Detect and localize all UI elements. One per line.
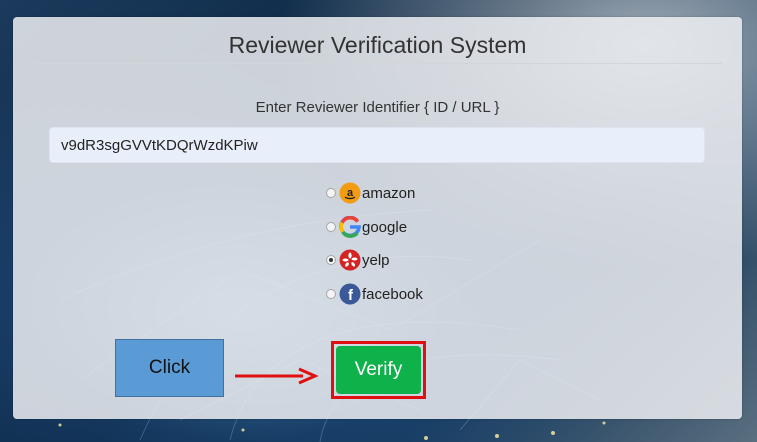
yelp-icon bbox=[339, 249, 361, 271]
reviewer-id-input[interactable] bbox=[49, 127, 705, 163]
google-label: google bbox=[362, 218, 408, 236]
title-divider bbox=[34, 63, 722, 64]
page-title: Reviewer Verification System bbox=[228, 32, 527, 58]
platform-option-facebook[interactable]: f facebook bbox=[326, 282, 423, 306]
platform-option-google[interactable]: google bbox=[326, 215, 407, 239]
verify-button-label: Verify bbox=[354, 359, 403, 380]
facebook-radio[interactable] bbox=[326, 289, 336, 299]
click-button-label: Click bbox=[148, 357, 191, 378]
reviewer-id-label: Enter Reviewer Identifier { ID / URL } bbox=[255, 99, 500, 116]
amazon-label: amazon bbox=[362, 184, 416, 202]
facebook-label: facebook bbox=[362, 285, 423, 303]
google-radio[interactable] bbox=[326, 222, 336, 232]
facebook-icon: f bbox=[339, 283, 361, 305]
platform-option-yelp[interactable]: yelp bbox=[326, 248, 390, 272]
yelp-radio[interactable] bbox=[326, 255, 336, 265]
click-button[interactable]: Click bbox=[115, 339, 224, 397]
platform-option-amazon[interactable]: a amazon bbox=[326, 181, 415, 205]
arrow-right-icon bbox=[235, 367, 319, 385]
amazon-radio[interactable] bbox=[326, 188, 336, 198]
google-icon bbox=[339, 216, 361, 238]
verify-button[interactable]: Verify bbox=[336, 346, 421, 394]
verification-panel: Reviewer Verification System Enter Revie… bbox=[13, 17, 742, 419]
yelp-label: yelp bbox=[362, 251, 390, 269]
amazon-icon: a bbox=[339, 182, 361, 204]
svg-text:a: a bbox=[347, 187, 354, 199]
